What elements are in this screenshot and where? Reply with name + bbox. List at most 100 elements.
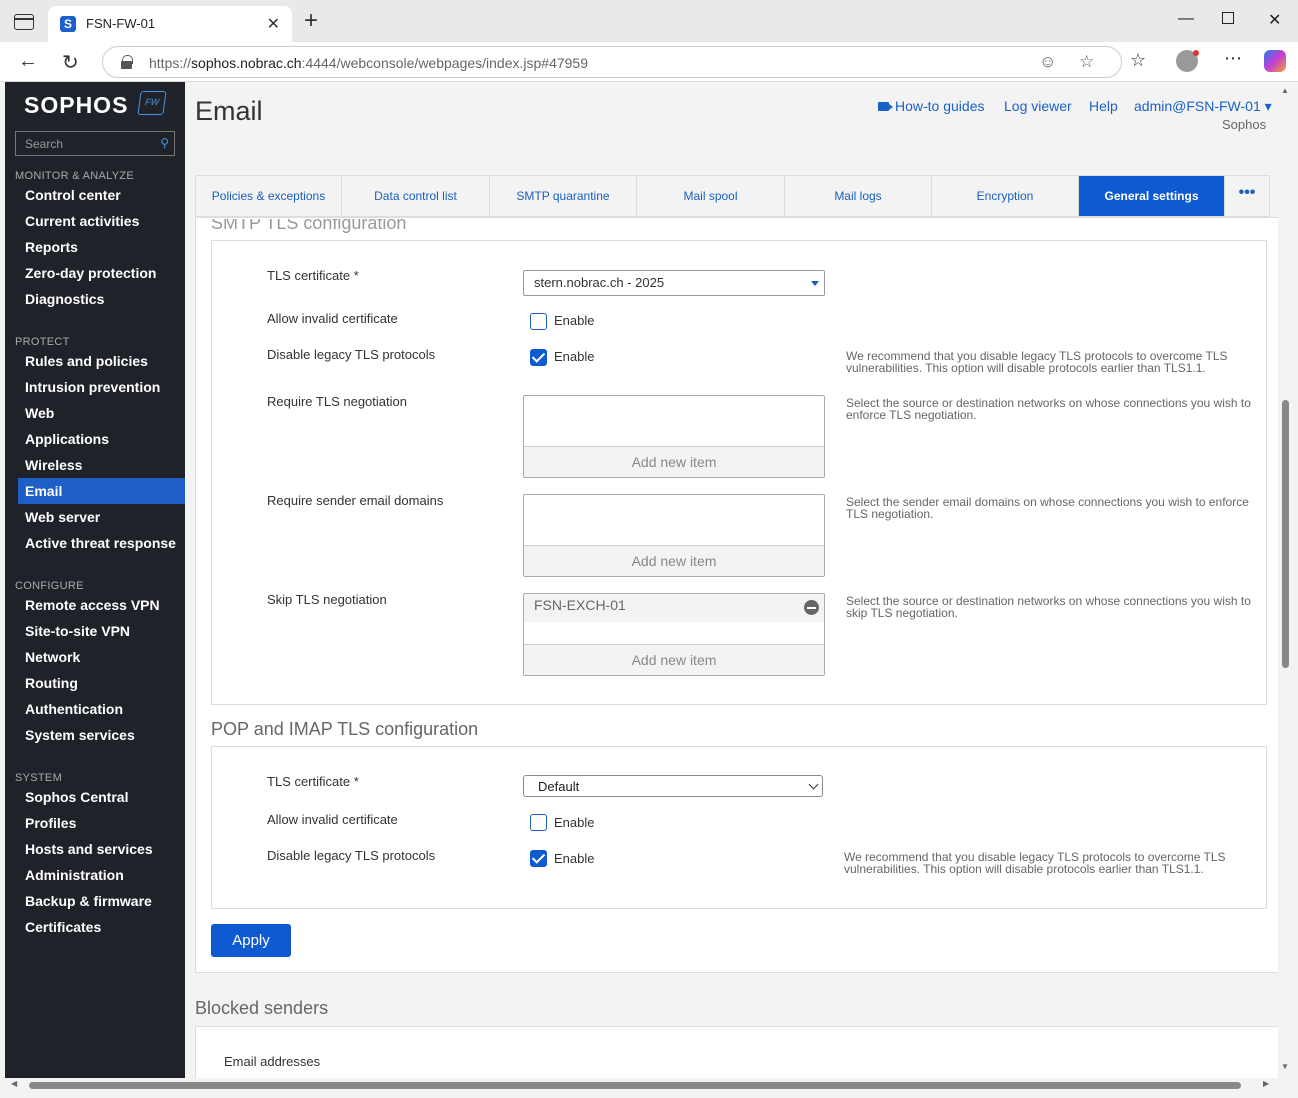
maximize-icon[interactable] [1222,12,1234,24]
tab-smtp-quarantine[interactable]: SMTP quarantine [490,176,637,216]
sidebar-item-network[interactable]: Network [18,644,185,670]
smtp-tls-card: TLS certificate * stern.nobrac.ch - 2025… [211,240,1267,705]
reader-icon[interactable]: ☺ [1039,52,1056,72]
sidebar-item-system-services[interactable]: System services [18,722,185,748]
sidebar-item-web-server[interactable]: Web server [18,504,185,530]
skip-tls-entry: FSN-EXCH-01 [524,594,824,622]
pop-allow-invalid-checkbox[interactable] [530,814,547,831]
smtp-disable-legacy-help: We recommend that you disable legacy TLS… [846,349,1228,375]
url-field[interactable]: https://sophos.nobrac.ch:4444/webconsole… [102,46,1122,78]
tab-encryption[interactable]: Encryption [932,176,1079,216]
smtp-allow-invalid-enable[interactable]: Enable [554,313,594,328]
sophos-favicon-icon: S [60,16,76,32]
chevron-down-icon [808,779,819,790]
favorite-star-icon[interactable]: ☆ [1079,52,1094,72]
howto-link[interactable]: How-to guides [878,98,985,114]
tab-mail-logs[interactable]: Mail logs [785,176,932,216]
horizontal-scroll-thumb[interactable] [29,1082,1241,1089]
back-icon[interactable]: ← [18,50,38,73]
new-tab-icon[interactable]: + [304,9,318,33]
sidebar-item-backup-firmware[interactable]: Backup & firmware [18,888,185,914]
sidebar-item-rules-and-policies[interactable]: Rules and policies [18,348,185,374]
sidebar-item-profiles[interactable]: Profiles [18,810,185,836]
tab-data-control-list[interactable]: Data control list [342,176,490,216]
tab-general-settings[interactable]: General settings [1079,176,1225,216]
sidebar-item-site-to-site-vpn[interactable]: Site-to-site VPN [18,618,185,644]
horizontal-scrollbar[interactable]: ◀ ▶ [5,1078,1278,1093]
user-menu[interactable]: admin@FSN-FW-01 ▾ [1134,98,1272,115]
close-tab-icon[interactable]: ✕ [267,14,280,34]
require-sender-add-item[interactable]: Add new item [524,545,824,576]
require-sender-list[interactable]: Add new item [523,494,825,577]
favorites-icon[interactable]: ☆ [1130,50,1146,71]
sidebar-item-remote-access-vpn[interactable]: Remote access VPN [18,592,185,618]
require-tls-list[interactable]: Add new item [523,395,825,478]
smtp-disable-legacy-enable[interactable]: Enable [554,349,594,364]
copilot-icon[interactable] [1264,50,1286,72]
tab-more-icon[interactable]: ••• [1225,176,1269,216]
sidebar-item-authentication[interactable]: Authentication [18,696,185,722]
reload-icon[interactable]: ↻ [62,50,79,75]
skip-tls-label: Skip TLS negotiation [267,592,387,607]
skip-tls-list[interactable]: FSN-EXCH-01 Add new item [523,593,825,676]
apply-button[interactable]: Apply [211,924,291,957]
sidebar-item-applications[interactable]: Applications [18,426,185,452]
remove-item-icon[interactable] [804,600,819,615]
pop-section-title: POP and IMAP TLS configuration [211,719,479,739]
pop-tls-cert-select[interactable]: Default [523,775,823,797]
url-text: https://sophos.nobrac.ch:4444/webconsole… [149,55,589,71]
log-viewer-link[interactable]: Log viewer [1004,98,1072,114]
pop-disable-legacy-enable[interactable]: Enable [554,851,594,866]
smtp-allow-invalid-checkbox[interactable] [530,313,547,330]
smtp-disable-legacy-checkbox[interactable] [530,349,547,366]
sidebar-item-zero-day-protection[interactable]: Zero-day protection [18,260,185,286]
browser-tab[interactable]: S FSN-FW-01 ✕ [48,6,292,42]
smtp-disable-legacy-label: Disable legacy TLS protocols [267,347,436,362]
scroll-down-icon[interactable]: ▼ [1281,1062,1289,1071]
sidebar-item-sophos-central[interactable]: Sophos Central [18,784,185,810]
organization-name: Sophos [1222,117,1267,132]
tab-actions-icon[interactable] [14,14,34,30]
smtp-allow-invalid-label: Allow invalid certificate [267,311,398,326]
vertical-scrollbar[interactable]: ▲ ▼ [1278,82,1293,1078]
sidebar-item-routing[interactable]: Routing [18,670,185,696]
require-tls-help: Select the source or destination network… [846,396,1251,422]
minimize-icon[interactable]: — [1178,10,1194,28]
sidebar-section-heading: PROTECT [15,336,70,348]
window-close-icon[interactable]: ✕ [1268,10,1281,30]
skip-tls-add-item[interactable]: Add new item [524,644,824,675]
sidebar-item-control-center[interactable]: Control center [18,182,185,208]
scroll-left-icon[interactable]: ◀ [11,1079,17,1088]
sidebar-item-certificates[interactable]: Certificates [18,914,185,940]
tab-mail-spool[interactable]: Mail spool [637,176,785,216]
scroll-up-icon[interactable]: ▲ [1281,86,1289,95]
sidebar-item-current-activities[interactable]: Current activities [18,208,185,234]
sidebar-item-administration[interactable]: Administration [18,862,185,888]
sidebar-item-web[interactable]: Web [18,400,185,426]
vertical-scroll-thumb[interactable] [1282,400,1289,668]
tab-policies-exceptions[interactable]: Policies & exceptions [196,176,342,216]
scroll-right-icon[interactable]: ▶ [1263,1079,1269,1088]
sidebar-item-hosts-and-services[interactable]: Hosts and services [18,836,185,862]
pop-allow-invalid-enable[interactable]: Enable [554,815,594,830]
require-tls-add-item[interactable]: Add new item [524,446,824,477]
sidebar-item-diagnostics[interactable]: Diagnostics [18,286,185,312]
sidebar-section-heading: MONITOR & ANALYZE [15,170,134,182]
sidebar-item-active-threat-response[interactable]: Active threat response [18,530,185,556]
pop-disable-legacy-checkbox[interactable] [530,850,547,867]
main-content: Email How-to guides Log viewer Help admi… [185,82,1278,1078]
sidebar-item-wireless[interactable]: Wireless [18,452,185,478]
sophos-logo: SOPHOS [24,92,129,118]
sidebar-item-reports[interactable]: Reports [18,234,185,260]
smtp-tls-cert-select[interactable]: stern.nobrac.ch - 2025 [523,270,825,296]
lock-icon[interactable] [121,55,133,69]
page-title: Email [195,96,263,126]
help-link[interactable]: Help [1089,98,1118,114]
search-icon[interactable]: ⚲ [160,136,169,150]
sidebar-search-input[interactable]: Search ⚲ [15,131,175,156]
sidebar-item-intrusion-prevention[interactable]: Intrusion prevention [18,374,185,400]
firewall-badge: FW [137,91,167,115]
sidebar-item-email[interactable]: Email [18,478,185,504]
smtp-tls-cert-label: TLS certificate * [267,268,359,283]
more-menu-icon[interactable]: ⋯ [1224,48,1242,69]
